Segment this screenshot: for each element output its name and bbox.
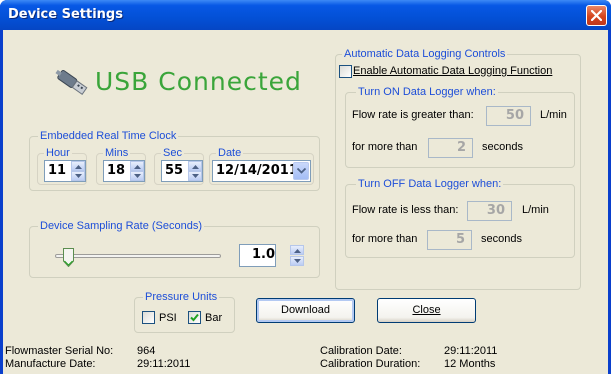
mins-label: Mins <box>103 147 131 159</box>
sec-down-button[interactable] <box>188 171 202 181</box>
sampling-group-label: Device Sampling Rate (Seconds) <box>38 220 205 232</box>
on-time-label: for more than <box>352 141 418 153</box>
rtc-group-label: Embedded Real Time Clock <box>38 130 179 142</box>
calibration-label: Calibration Date: <box>320 345 402 357</box>
mins-spinner[interactable]: 18 <box>103 160 145 182</box>
checkmark-icon <box>190 313 199 322</box>
close-window-button[interactable] <box>586 5 607 26</box>
arrow-down-icon <box>75 174 82 178</box>
arrow-down-icon <box>294 259 301 263</box>
hour-down-button[interactable] <box>71 171 85 181</box>
usb-plug-icon <box>55 69 88 96</box>
usb-status-text: USB Connected <box>95 67 302 96</box>
date-picker[interactable]: 12/14/2011 <box>212 160 311 182</box>
sampling-down-button[interactable] <box>290 256 304 266</box>
pressure-group-label: Pressure Units <box>143 291 220 303</box>
sec-spinner[interactable]: 55 <box>161 160 203 182</box>
mins-down-button[interactable] <box>130 171 144 181</box>
hour-up-button[interactable] <box>71 161 85 171</box>
turn-off-group-label: Turn OFF Data Logger when: <box>356 178 504 190</box>
close-icon <box>591 10 602 21</box>
sampling-slider-thumb[interactable] <box>62 248 74 267</box>
duration-value: 12 Months <box>444 358 496 370</box>
sampling-rate-field[interactable]: 1.0 <box>239 244 276 267</box>
window-title: Device Settings <box>8 7 123 22</box>
bar-label[interactable]: Bar <box>205 312 222 324</box>
off-time-unit: seconds <box>481 233 522 245</box>
device-settings-window: Device Settings USB Connected Embedded R… <box>0 0 611 374</box>
arrow-up-icon <box>75 165 82 169</box>
off-flow-label: Flow rate is less than: <box>352 204 459 216</box>
arrow-up-icon <box>192 165 199 169</box>
off-flow-field[interactable]: 30 <box>467 201 512 221</box>
calibration-value: 29:11:2011 <box>444 345 498 357</box>
enable-logging-label[interactable]: Enable Automatic Data Logging Function <box>353 65 552 77</box>
close-button[interactable]: Close <box>377 298 476 323</box>
bar-checkbox[interactable] <box>188 311 201 324</box>
sec-label: Sec <box>161 147 184 159</box>
off-time-label: for more than <box>352 233 418 245</box>
off-flow-unit: L/min <box>522 204 549 216</box>
date-dropdown-button[interactable] <box>293 162 309 180</box>
on-flow-unit: L/min <box>540 109 567 121</box>
manufacture-label: Manufacture Date: <box>5 358 96 370</box>
manufacture-value: 29:11:2011 <box>137 358 191 370</box>
chevron-down-icon <box>297 168 306 174</box>
sampling-spinner <box>290 245 304 267</box>
hour-label: Hour <box>44 147 72 159</box>
mins-up-button[interactable] <box>130 161 144 171</box>
on-flow-label: Flow rate is greater than: <box>352 109 474 121</box>
on-flow-field[interactable]: 50 <box>486 106 531 126</box>
sampling-slider-track[interactable] <box>55 254 221 258</box>
sampling-up-button[interactable] <box>290 245 304 255</box>
sec-up-button[interactable] <box>188 161 202 171</box>
download-button[interactable]: Download <box>256 298 355 323</box>
sampling-rate-value: 1.0 <box>252 247 276 262</box>
logging-group-label: Automatic Data Logging Controls <box>342 48 508 60</box>
on-time-unit: seconds <box>482 141 523 153</box>
psi-checkbox[interactable] <box>142 311 155 324</box>
date-label: Date <box>216 147 244 159</box>
serial-label: Flowmaster Serial No: <box>5 345 114 357</box>
title-bar[interactable]: Device Settings <box>0 0 611 30</box>
dialog-body: USB Connected Embedded Real Time Clock H… <box>3 30 608 374</box>
mins-value: 18 <box>107 163 126 178</box>
off-time-field[interactable]: 5 <box>427 230 472 250</box>
arrow-down-icon <box>192 174 199 178</box>
arrow-down-icon <box>134 174 141 178</box>
date-value: 12/14/2011 <box>216 163 298 178</box>
arrow-up-icon <box>294 249 301 253</box>
duration-label: Calibration Duration: <box>320 358 421 370</box>
enable-logging-checkbox[interactable] <box>339 65 352 78</box>
hour-value: 11 <box>48 163 67 178</box>
sec-value: 55 <box>165 163 184 178</box>
turn-on-group-label: Turn ON Data Logger when: <box>356 86 498 98</box>
serial-value: 964 <box>137 345 156 357</box>
psi-label[interactable]: PSI <box>159 312 177 324</box>
hour-spinner[interactable]: 11 <box>44 160 86 182</box>
arrow-up-icon <box>134 165 141 169</box>
on-time-field[interactable]: 2 <box>428 138 473 158</box>
